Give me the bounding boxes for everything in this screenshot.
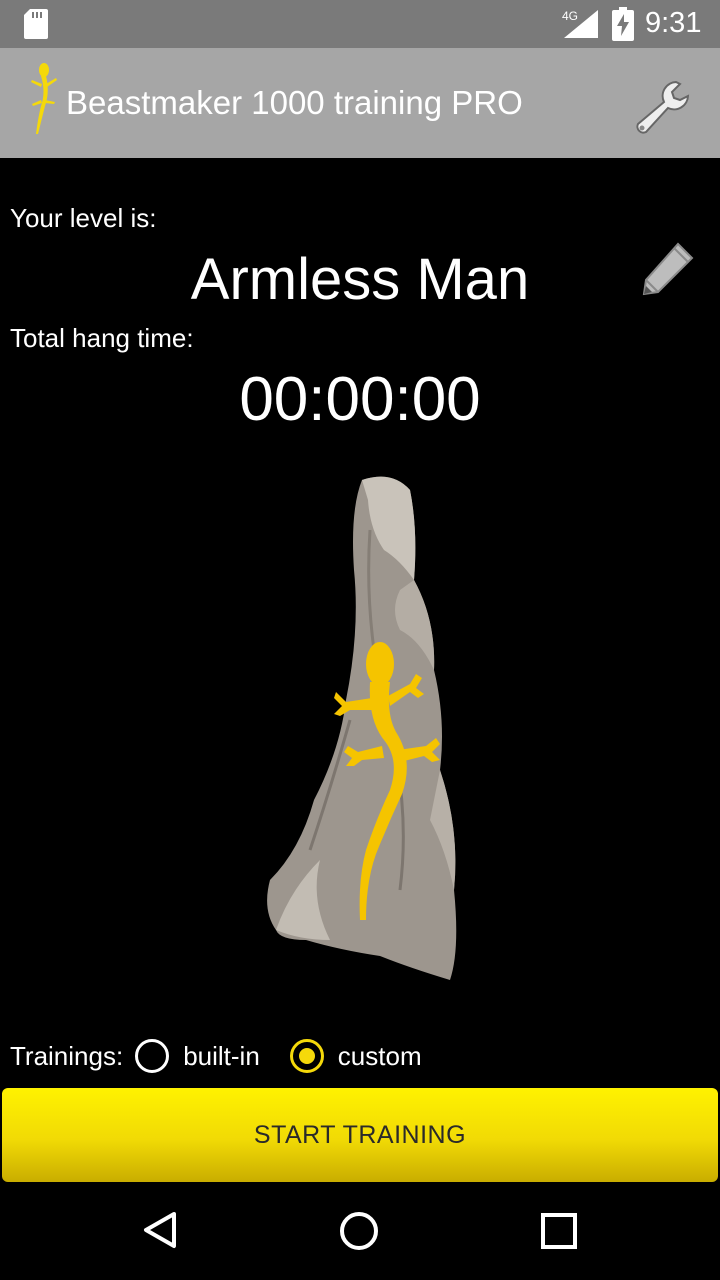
app-title: Beastmaker 1000 training PRO: [66, 84, 523, 121]
radio-unchecked-icon[interactable]: [135, 1039, 170, 1073]
rock-lizard-illustration: [267, 476, 457, 980]
hang-time-value: 00:00:00: [239, 365, 481, 434]
lizard-icon: [31, 63, 57, 134]
signal-4g-icon: 4G: [562, 9, 598, 38]
wrench-icon: [636, 80, 690, 134]
trainings-label: Trainings:: [10, 1040, 124, 1071]
edit-level-button[interactable]: [638, 240, 696, 298]
app-toolbar: Beastmaker 1000 training PRO: [0, 48, 720, 158]
hang-time-label: Total hang time:: [10, 323, 194, 353]
radio-custom-label: custom: [337, 1040, 422, 1071]
status-bar: 4G 9:31: [0, 0, 720, 48]
back-icon[interactable]: [140, 1210, 180, 1250]
battery-charging-icon: [612, 7, 634, 41]
radio-custom[interactable]: custom: [289, 1039, 422, 1073]
sd-card-icon: [24, 9, 48, 39]
radio-checked-icon[interactable]: [289, 1039, 324, 1073]
settings-button[interactable]: [632, 78, 694, 140]
trainings-selector: Trainings: built-in custom: [10, 1036, 452, 1076]
network-label: 4G: [562, 9, 578, 23]
start-training-button[interactable]: START TRAINING: [2, 1088, 718, 1182]
level-label: Your level is:: [10, 203, 157, 233]
pencil-icon: [642, 242, 694, 296]
clock: 9:31: [645, 7, 702, 39]
system-nav-bar: [0, 1184, 720, 1280]
radio-built-in[interactable]: built-in: [135, 1039, 260, 1073]
radio-built-in-label: built-in: [183, 1040, 260, 1071]
recent-apps-icon[interactable]: [540, 1212, 578, 1250]
home-icon[interactable]: [338, 1210, 380, 1252]
level-name: Armless Man: [190, 247, 530, 312]
